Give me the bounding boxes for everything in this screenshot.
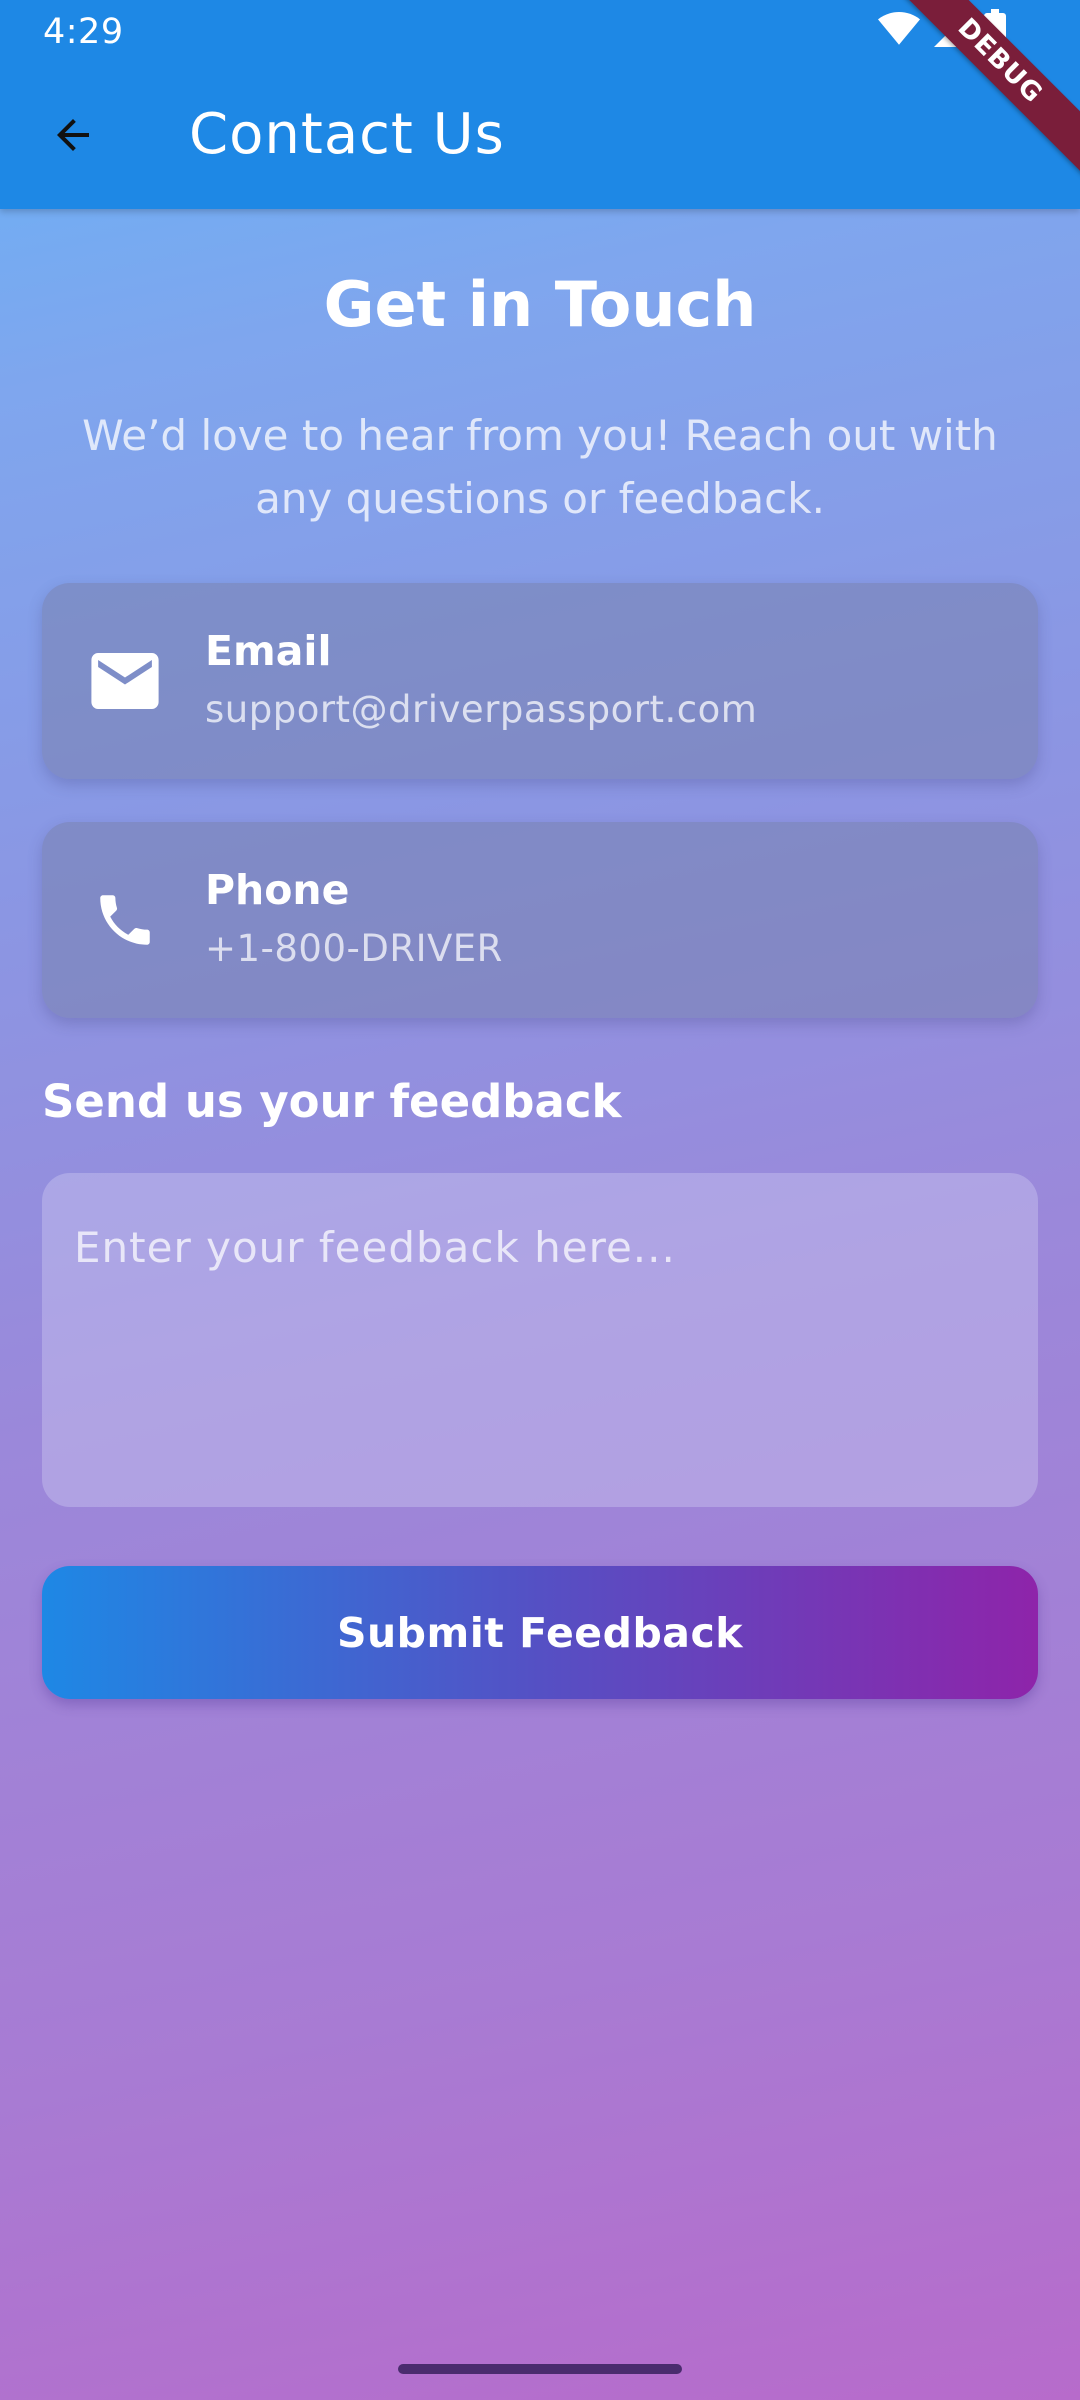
contact-us-screen: 4:29 Contact Us DEBUG Get in Touch We’d … [0,0,1080,2400]
wifi-icon [878,11,920,51]
intro-text: We’d love to hear from you! Reach out wi… [82,411,998,523]
status-time: 4:29 [43,12,124,52]
page-title: Contact Us [189,102,505,167]
feedback-input[interactable] [42,1173,1038,1507]
email-title: Email [205,627,332,675]
app-bar: 4:29 Contact Us DEBUG [0,0,1080,209]
get-in-touch-heading: Get in Touch [323,268,757,341]
phone-title: Phone [205,866,350,914]
feedback-label: Send us your feedback [42,1075,622,1128]
submit-feedback-button[interactable]: Submit Feedback [42,1566,1038,1699]
email-address[interactable]: support@driverpassport.com [205,688,757,731]
phone-number[interactable]: +1-800-DRIVER [205,927,503,970]
phone-card[interactable]: Phone +1-800-DRIVER [42,822,1038,1018]
phone-icon [87,882,163,958]
arrow-back-icon [49,111,97,163]
email-card[interactable]: Email support@driverpassport.com [42,583,1038,779]
home-indicator[interactable] [398,2364,682,2374]
mail-icon [87,643,163,719]
back-button[interactable] [36,100,110,174]
